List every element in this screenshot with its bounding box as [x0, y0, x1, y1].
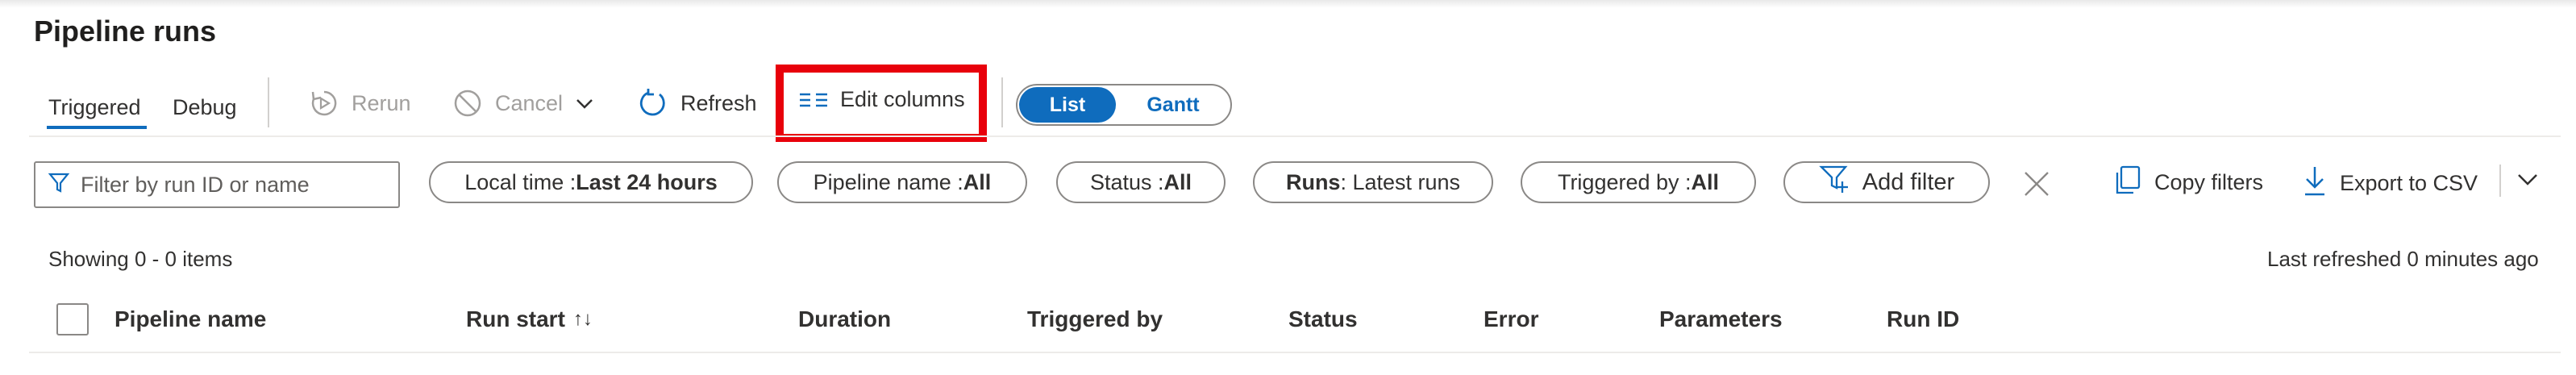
export-chevron-down-icon[interactable] — [2516, 169, 2540, 194]
select-all-checkbox[interactable] — [56, 303, 89, 335]
toolbar-divider — [268, 77, 269, 127]
runs-label: Runs — [1285, 169, 1341, 194]
runs-filter[interactable]: Runs : Latest runs — [1253, 161, 1493, 203]
local-time-filter[interactable]: Local time : Last 24 hours — [429, 161, 753, 203]
add-filter-icon — [1818, 164, 1851, 201]
showing-count: Showing 0 - 0 items — [48, 247, 233, 271]
tab-triggered[interactable]: Triggered — [48, 95, 141, 120]
funnel-icon — [48, 172, 70, 198]
column-header-run-start[interactable]: Run start ↑↓ — [466, 306, 593, 332]
rerun-label: Rerun — [352, 90, 411, 115]
gantt-view-button[interactable]: Gantt — [1121, 87, 1226, 123]
pipeline-name-filter[interactable]: Pipeline name : All — [777, 161, 1027, 203]
status-label: Status : — [1089, 169, 1164, 194]
tab-debug[interactable]: Debug — [173, 95, 237, 120]
toolbar-divider — [1001, 77, 1003, 127]
clear-filters-close-icon[interactable] — [2022, 169, 2051, 202]
status-value: All — [1163, 169, 1192, 194]
top-shadow — [0, 0, 2576, 8]
refresh-icon — [637, 87, 669, 119]
view-toggle: List Gantt — [1016, 84, 1232, 126]
column-header-run-id[interactable]: Run ID — [1887, 306, 1959, 332]
cancel-icon — [452, 87, 484, 119]
filter-search-field[interactable]: Filter by run ID or name — [34, 161, 400, 208]
column-header-status[interactable]: Status — [1288, 306, 1358, 332]
highlight-box — [776, 65, 987, 142]
column-header-parameters[interactable]: Parameters — [1659, 306, 1783, 332]
export-divider — [2499, 165, 2501, 197]
column-header-pipeline-name[interactable]: Pipeline name — [114, 306, 266, 332]
export-csv-label: Export to CSV — [2340, 171, 2478, 195]
rerun-icon — [308, 87, 340, 119]
refresh-label: Refresh — [680, 90, 757, 115]
triggered-by-label: Triggered by : — [1557, 169, 1692, 194]
copy-filters-button[interactable]: Copy filters — [2114, 165, 2263, 201]
chevron-down-icon — [574, 93, 595, 114]
refresh-button[interactable]: Refresh — [637, 87, 757, 119]
pipeline-name-label: Pipeline name : — [813, 169, 963, 194]
download-icon — [2303, 165, 2327, 202]
runs-value: : Latest runs — [1340, 169, 1461, 194]
rerun-button[interactable]: Rerun — [308, 87, 411, 119]
tab-selected-underline — [47, 126, 147, 129]
cancel-button[interactable]: Cancel — [452, 87, 595, 119]
local-time-value: Last 24 hours — [576, 169, 718, 194]
run-start-label: Run start — [466, 306, 565, 331]
last-refreshed: Last refreshed 0 minutes ago — [2267, 247, 2539, 271]
filter-search-placeholder: Filter by run ID or name — [81, 172, 310, 197]
triggered-by-value: All — [1691, 169, 1720, 194]
local-time-label: Local time : — [464, 169, 576, 194]
table-header-separator — [29, 352, 2561, 353]
toolbar-separator — [29, 135, 2561, 137]
sort-icon: ↑↓ — [572, 308, 593, 330]
pipeline-name-value: All — [963, 169, 992, 194]
column-header-triggered-by[interactable]: Triggered by — [1027, 306, 1163, 332]
copy-icon — [2114, 165, 2141, 201]
column-header-duration[interactable]: Duration — [798, 306, 891, 332]
status-filter[interactable]: Status : All — [1056, 161, 1226, 203]
column-header-error[interactable]: Error — [1484, 306, 1538, 332]
page-title: Pipeline runs — [34, 15, 217, 48]
export-csv-button[interactable]: Export to CSV — [2303, 165, 2478, 202]
add-filter-label: Add filter — [1862, 169, 1955, 195]
cancel-label: Cancel — [495, 90, 564, 115]
triggered-by-filter[interactable]: Triggered by : All — [1521, 161, 1756, 203]
add-filter-button[interactable]: Add filter — [1783, 161, 1990, 203]
list-view-button[interactable]: List — [1019, 87, 1116, 123]
copy-filters-label: Copy filters — [2154, 170, 2264, 194]
